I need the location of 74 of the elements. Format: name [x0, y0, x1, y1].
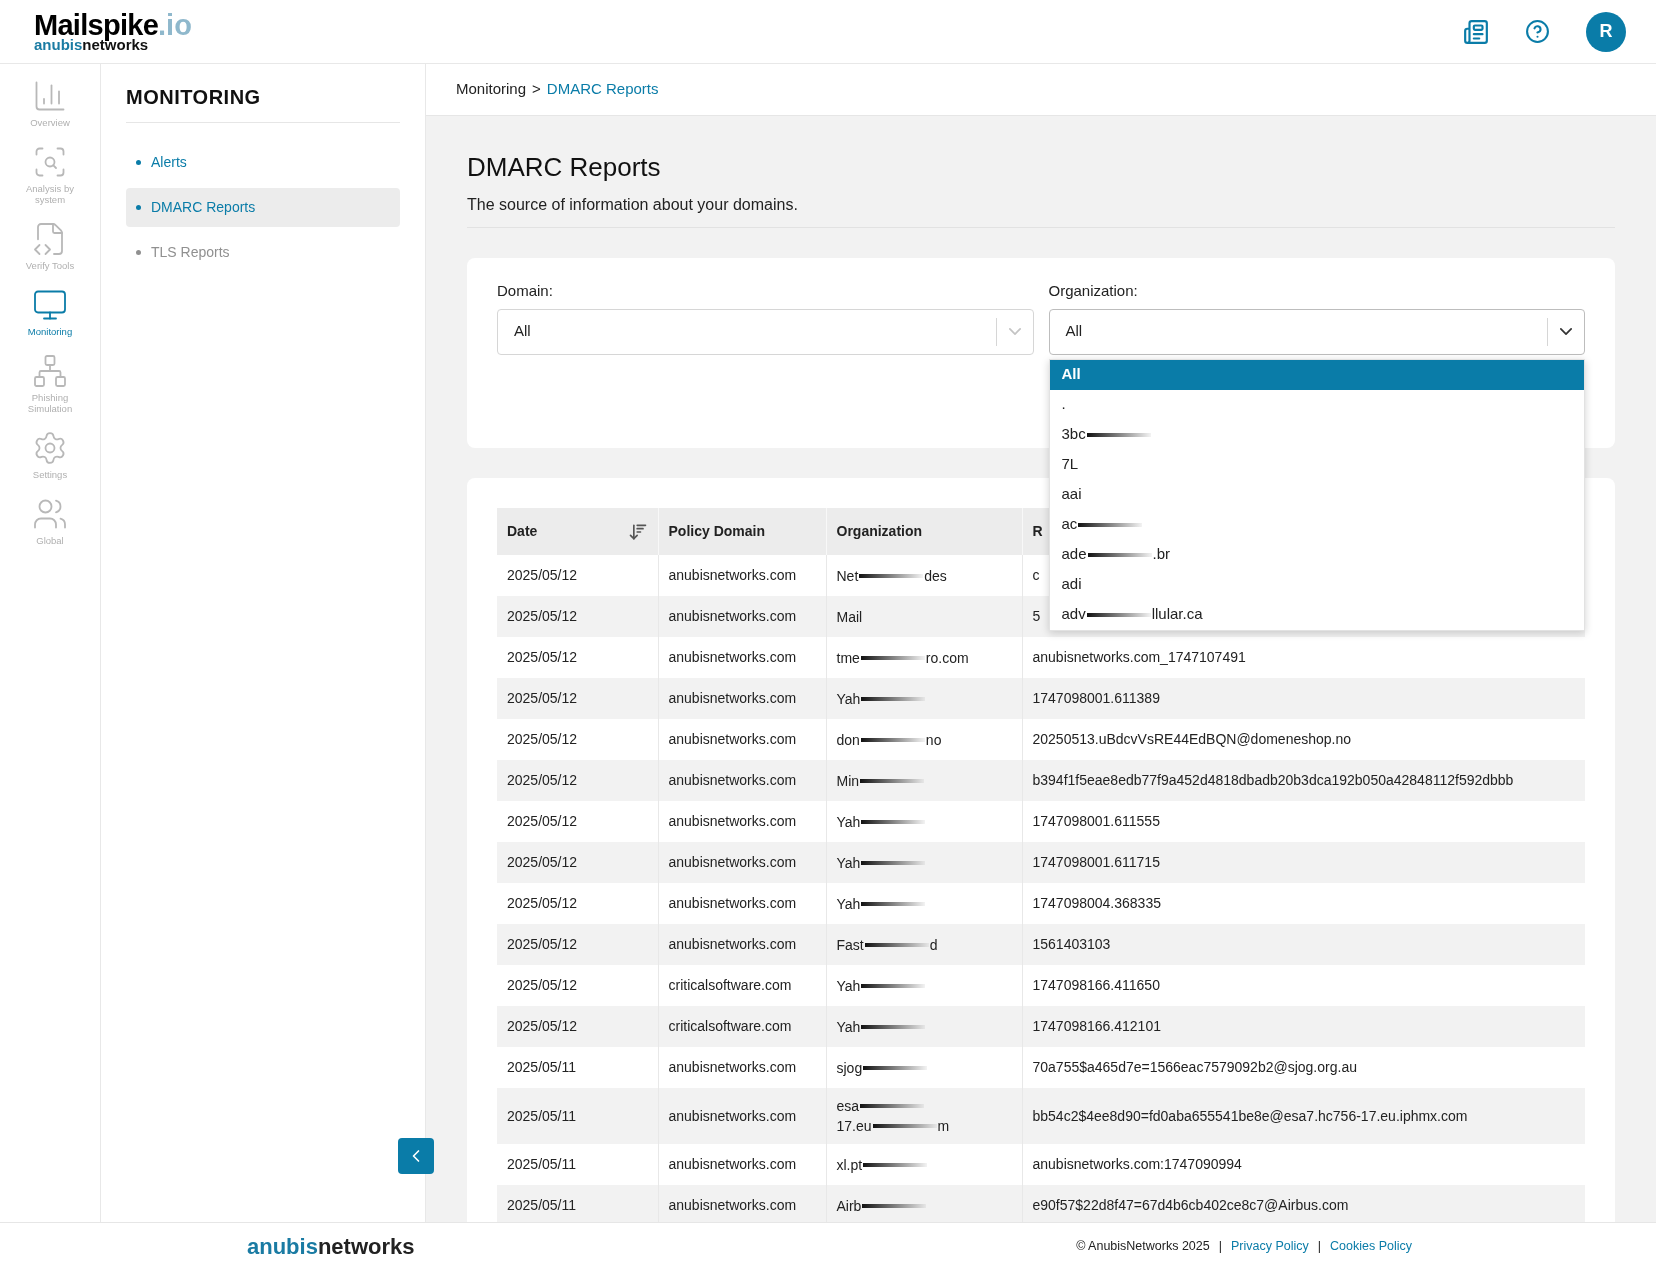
page-subtitle: The source of information about your domains.	[467, 193, 1615, 228]
dropdown-option[interactable]: aai	[1049, 479, 1584, 510]
organization-text: 17.eu	[836, 1117, 872, 1136]
breadcrumb-link[interactable]: Monitoring	[456, 78, 527, 101]
report-id-text: 1747098166.411650	[1032, 977, 1160, 993]
organization-text: tme	[836, 648, 860, 668]
dropdown-option[interactable]: 7L	[1049, 449, 1584, 480]
report-id-text: b394f1f5eae8edb77f9a452d4818dbadb20b3dca192b050a42848112f592dbbb	[1032, 772, 1514, 788]
select-field[interactable]: All	[497, 308, 1034, 355]
report-id-text: 1747098166.412101	[1032, 1018, 1161, 1034]
report-id-text: 1747098004.368335	[1032, 895, 1161, 911]
footer-link[interactable]: Cookies Policy	[1330, 1237, 1412, 1256]
dropdown-option[interactable]: adi	[1049, 569, 1584, 600]
organization-text: Yah	[836, 812, 861, 832]
dropdown-option[interactable]: ac	[1049, 509, 1584, 540]
breadcrumb-link[interactable]: DMARC Reports	[546, 78, 659, 101]
report-id-text: 1747098001.611555	[1032, 813, 1160, 829]
organization-text: m	[937, 1117, 950, 1136]
logo[interactable]: Mailspike.io anubisnetworks	[34, 10, 192, 53]
field-label: Organization:	[1048, 281, 1139, 301]
organization-text: Yah	[836, 976, 861, 996]
report-id-text: bb54c2$4ee8d90=fd0aba655541be8e@esa7.hc756-17.eu.iphmx.com	[1032, 1107, 1468, 1124]
organization-text: Yah	[836, 689, 861, 709]
report-id-text: 70a755$a465d7e=1566eac7579092b2@sjog.org.au	[1032, 1059, 1357, 1075]
report-id-text: 1561403103	[1032, 936, 1111, 952]
avatar[interactable]: R	[1586, 11, 1626, 52]
organization-text: Yah	[836, 1017, 861, 1037]
page-title: DMARC Reports	[467, 151, 662, 184]
organization-text: d	[929, 935, 938, 955]
chevron-down-icon	[1560, 328, 1572, 335]
footer-logo: anubisnetworks	[247, 1233, 415, 1261]
organization-text: Yah	[836, 853, 861, 873]
footer-separator: |	[1317, 1238, 1321, 1256]
report-id-text: anubisnetworks.com:1747090994	[1032, 1156, 1242, 1172]
dropdown-option[interactable]: ade .br	[1049, 539, 1584, 570]
submenu-item[interactable]: DMARC Reports	[126, 188, 400, 227]
dropdown-option[interactable]: 3bc	[1049, 419, 1584, 450]
breadcrumb-separator: >	[532, 79, 541, 100]
report-id-text: 1747098001.611389	[1032, 690, 1160, 706]
report-id-text: 1747098001.611715	[1032, 854, 1160, 870]
network-icon	[32, 353, 68, 389]
organization-text: no	[925, 730, 942, 750]
organization-text: ro.com	[925, 648, 969, 668]
dropdown-option[interactable]: All	[1049, 359, 1584, 390]
copyright-text: © AnubisNetworks 2025	[1076, 1238, 1210, 1256]
organization-text: Airb	[836, 1196, 862, 1216]
footer-link[interactable]: Privacy Policy	[1230, 1237, 1309, 1256]
organization-text: Net	[836, 566, 859, 586]
dropdown-option[interactable]: .	[1049, 389, 1584, 420]
submenu-item[interactable]: Alerts	[126, 143, 400, 182]
organization-text: Mail	[836, 607, 863, 627]
organization-text: xl.pt	[836, 1155, 863, 1175]
organization-text: Min	[836, 771, 860, 791]
organization-text: des	[924, 566, 947, 586]
dropdown-option[interactable]: adv llular.ca	[1049, 599, 1584, 630]
organization-text: Fast	[836, 935, 864, 955]
collapse-button[interactable]	[398, 1138, 434, 1174]
report-id-text: 5	[1032, 608, 1041, 624]
organization-text: don	[836, 730, 860, 750]
organization-text: sjog	[836, 1058, 863, 1078]
news-icon[interactable]	[1463, 18, 1489, 45]
report-id-text: c	[1032, 567, 1040, 583]
report-id-text: 20250513.uBdcvVsRE44EdBQN@domeneshop.no	[1032, 731, 1352, 747]
select-field[interactable]: All	[1048, 308, 1585, 355]
chevron-down-icon	[1008, 328, 1021, 335]
section-title: MONITORING	[126, 82, 400, 123]
help-icon[interactable]	[1525, 19, 1550, 44]
field-label: Domain:	[497, 281, 554, 301]
report-id-text: e90f57$22d8f47=67d4b6cb402ce8c7@Airbus.com	[1032, 1197, 1349, 1213]
organization-text: esa	[836, 1097, 860, 1116]
organization-text: Yah	[836, 894, 861, 914]
report-id-text: anubisnetworks.com_1747107491	[1032, 649, 1246, 665]
nav-rail-item[interactable]: Monitoring	[2, 287, 98, 337]
footer-separator: |	[1218, 1238, 1222, 1256]
